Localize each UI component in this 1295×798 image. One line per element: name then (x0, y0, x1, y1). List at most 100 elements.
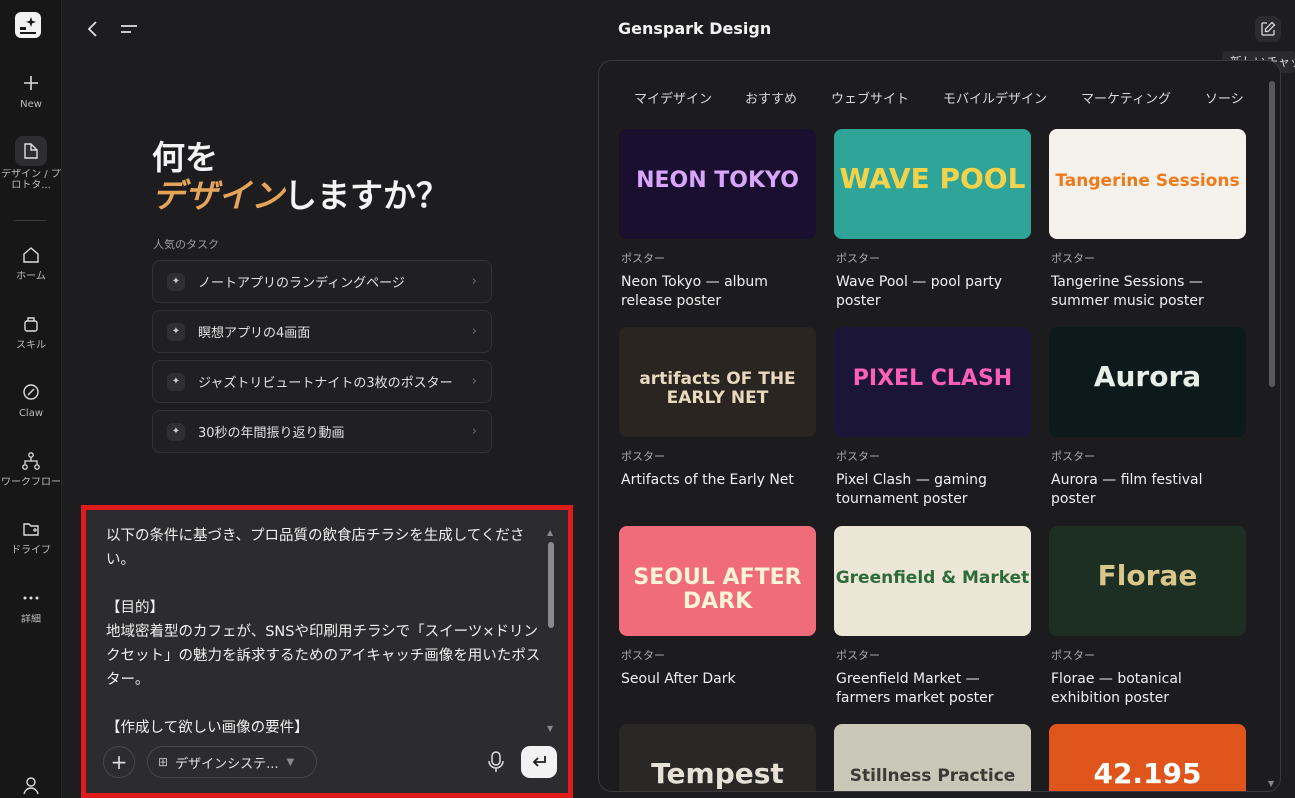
design-card[interactable]: Greenfield & Market ポスター Greenfield Market… (834, 526, 1031, 708)
card-category: ポスター (621, 649, 665, 662)
sidebar-item-drive[interactable]: ドライブ (0, 519, 62, 557)
send-button[interactable] (521, 746, 557, 778)
card-artwork-text: Tempest (651, 757, 784, 791)
scroll-thumb[interactable] (548, 542, 554, 628)
design-card[interactable]: Aurora ポスター Aurora — film festival poster (1049, 327, 1246, 509)
card-category: ポスター (836, 649, 880, 662)
card-title: Pixel Clash — gaming tournament poster (836, 472, 987, 507)
attach-button[interactable]: + (103, 746, 135, 778)
chevron-right-icon: › (471, 424, 477, 439)
design-card[interactable]: Tangerine Sessions ポスター Tangerine Sessions… (1049, 129, 1246, 311)
scroll-down-icon[interactable]: ▼ (1268, 779, 1274, 788)
skill-icon (24, 317, 38, 332)
prompt-textarea[interactable]: 以下の条件に基づき、プロ品質の飲食店チラシを生成してください。 【目的】 地域密… (106, 524, 546, 742)
sidebar-item-design[interactable]: デザイン / プロトタ... (0, 136, 62, 191)
design-card[interactable]: PIXEL CLASH ポスター Pixel Clash — gaming tour… (834, 327, 1031, 509)
design-card[interactable]: WAVE POOL ポスター Wave Pool — pool party post… (834, 129, 1031, 311)
back-button[interactable] (82, 18, 104, 40)
sidebar-item-label: New (20, 99, 42, 110)
card-thumbnail: WAVE POOL (834, 129, 1031, 239)
card-category: ポスター (1051, 450, 1095, 463)
card-artwork-text: SEOUL AFTER DARK (633, 564, 802, 614)
more-icon (23, 596, 39, 600)
tab-recommended[interactable]: おすすめ (745, 88, 797, 107)
card-thumbnail: SEOUL AFTER DARK (619, 526, 816, 636)
sidebar-item-home[interactable]: ホーム (0, 245, 62, 283)
sidebar-item-skill[interactable]: スキル (0, 314, 62, 352)
composer-scrollbar[interactable]: ▲ ▼ (547, 528, 555, 736)
scroll-thumb[interactable] (1269, 81, 1275, 387)
card-category: ポスター (836, 450, 880, 463)
sidebar-item-new[interactable]: New (0, 73, 62, 111)
design-card[interactable]: Florae ポスター Florae — botanical exhibition … (1049, 526, 1246, 708)
sidebar-divider (14, 220, 46, 221)
top-bar: Genspark Design (62, 0, 1295, 60)
genspark-logo-icon[interactable] (15, 12, 41, 38)
user-avatar[interactable] (0, 775, 62, 795)
card-thumbnail: Aurora (1049, 327, 1246, 437)
task-item[interactable]: ✦ ジャズトリビュートナイトの3枚のポスター › (152, 360, 492, 403)
card-title: Aurora — film festival poster (1051, 472, 1203, 507)
card-title: Neon Tokyo — album release poster (621, 274, 768, 309)
mic-button[interactable] (485, 750, 507, 774)
design-card[interactable]: Stillness Practice (834, 724, 1031, 791)
card-thumbnail: artifacts OF THE EARLY NET (619, 327, 816, 437)
menu-icon (121, 25, 137, 33)
gallery-scrollbar[interactable]: ▼ (1268, 79, 1276, 791)
user-icon (23, 777, 39, 795)
card-thumbnail: PIXEL CLASH (834, 327, 1031, 437)
card-thumbnail: 42.195 (1049, 724, 1246, 791)
card-artwork-text: 42.195 (1093, 757, 1202, 791)
design-card[interactable]: SEOUL AFTER DARK ポスター Seoul After Dark (619, 526, 816, 689)
tab-marketing[interactable]: マーケティング (1081, 88, 1171, 107)
scroll-up-icon[interactable]: ▲ (547, 528, 553, 537)
sidebar-item-label: ドライブ (11, 545, 51, 556)
hero-line1: 何を (152, 138, 218, 177)
card-artwork-text: NEON TOKYO (636, 167, 799, 193)
chevron-left-icon (87, 21, 97, 37)
card-artwork-text: Aurora (1093, 360, 1202, 394)
card-category: ポスター (1051, 649, 1095, 662)
home-icon (23, 247, 39, 263)
task-item[interactable]: ✦ 30秒の年間振り返り動画 › (152, 410, 492, 453)
task-item[interactable]: ✦ 瞑想アプリの4画面 › (152, 310, 492, 353)
tab-mobile-design[interactable]: モバイルデザイン (943, 88, 1047, 107)
card-title: Greenfield Market — farmers market poste… (836, 671, 994, 706)
card-artwork-text: artifacts OF THE EARLY NET (639, 369, 796, 409)
sparkle-icon: ✦ (167, 272, 185, 291)
task-item[interactable]: ✦ ノートアプリのランディングページ › (152, 260, 492, 303)
sidebar-item-more[interactable]: 詳細 (0, 588, 62, 626)
sidebar-item-claw[interactable]: Claw (0, 382, 62, 420)
new-chat-button[interactable] (1255, 16, 1281, 42)
sidebar-item-label: ホーム (16, 271, 46, 282)
sidebar-item-workflow[interactable]: ワークフロー (0, 451, 62, 489)
claw-icon (23, 384, 39, 400)
card-category: ポスター (621, 252, 665, 265)
task-label: ノートアプリのランディングページ (198, 276, 405, 291)
menu-button[interactable] (118, 18, 140, 40)
chevron-right-icon: › (471, 374, 477, 389)
tab-social[interactable]: ソーシ (1205, 88, 1244, 107)
card-title: Seoul After Dark (621, 671, 736, 687)
tab-website[interactable]: ウェブサイト (831, 88, 909, 107)
tab-my-designs[interactable]: マイデザイン (634, 88, 712, 107)
card-title: Wave Pool — pool party poster (836, 274, 1003, 309)
design-system-selector[interactable]: ⊞ デザインシステ... ▼ (147, 746, 317, 778)
page-title: Genspark Design (618, 19, 772, 38)
sidebar-item-label: Claw (18, 408, 44, 419)
card-thumbnail: Stillness Practice (834, 724, 1031, 791)
card-thumbnail: NEON TOKYO (619, 129, 816, 239)
design-card[interactable]: artifacts OF THE EARLY NET ポスター Artifacts … (619, 327, 816, 490)
sparkle-icon: ✦ (167, 372, 185, 391)
scroll-down-icon[interactable]: ▼ (547, 724, 553, 733)
hero-heading: 何を デザインしますか？ (152, 140, 449, 216)
card-artwork-text: Florae (1097, 559, 1198, 593)
app-window: New デザイン / プロトタ... ホーム スキル Claw ワークフロー ド… (0, 0, 1295, 798)
design-card[interactable]: Tempest (619, 724, 816, 791)
card-artwork-text: Tangerine Sessions (1055, 171, 1240, 192)
design-card[interactable]: 42.195 (1049, 724, 1246, 791)
plus-icon (24, 76, 38, 90)
card-thumbnail: Greenfield & Market (834, 526, 1031, 636)
card-title: Artifacts of the Early Net (621, 472, 794, 488)
design-card[interactable]: NEON TOKYO ポスター Neon Tokyo — album release… (619, 129, 816, 311)
